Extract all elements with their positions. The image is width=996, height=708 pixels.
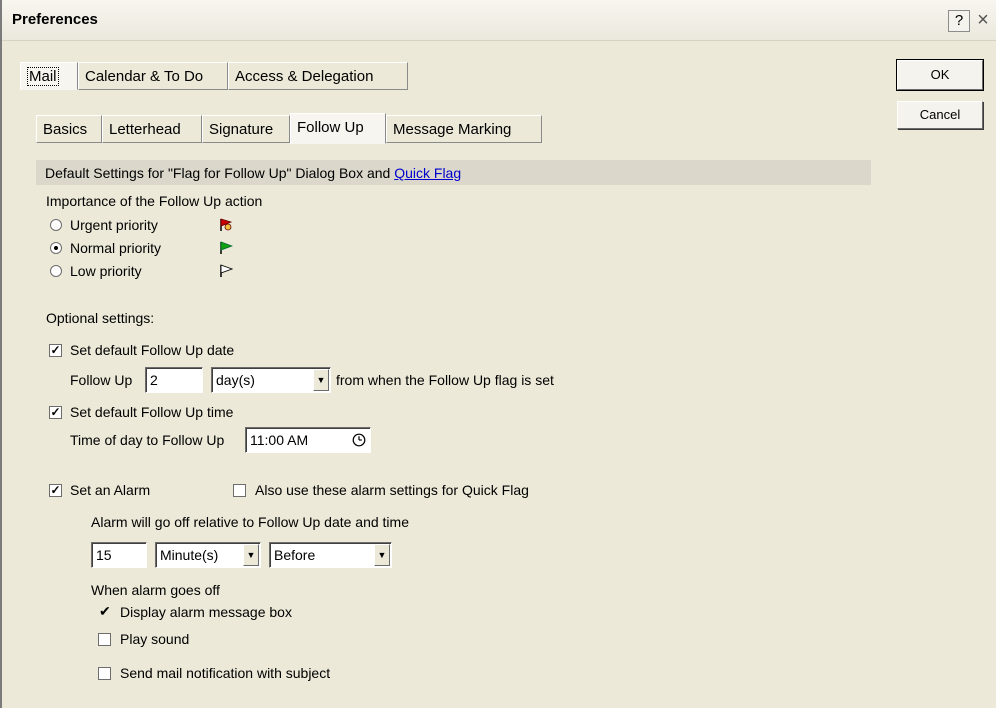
send-mail-checkbox[interactable] xyxy=(98,667,111,680)
tab-basics[interactable]: Basics xyxy=(36,115,102,143)
optional-settings-label: Optional settings: xyxy=(46,310,155,326)
quick-flag-alarm-checkbox[interactable] xyxy=(233,484,246,497)
ok-button[interactable]: OK xyxy=(896,59,984,91)
preferences-window: Preferences ? × Mail Calendar & To Do Ac… xyxy=(0,0,996,708)
section-header-text: Default Settings for "Flag for Follow Up… xyxy=(45,165,461,181)
urgent-priority-radio[interactable] xyxy=(50,219,62,231)
alarm-when-value: Before xyxy=(274,547,316,563)
alarm-unit-value: Minute(s) xyxy=(160,547,219,563)
tab-message-marking[interactable]: Message Marking xyxy=(386,115,542,143)
alarm-amount-input[interactable]: 15 xyxy=(91,542,147,568)
tab-follow-up[interactable]: Follow Up xyxy=(290,113,386,144)
display-alarm-label: Display alarm message box xyxy=(120,604,292,620)
follow-up-unit-select[interactable]: day(s) ▼ xyxy=(211,367,331,393)
chevron-down-icon[interactable]: ▼ xyxy=(374,544,390,566)
quick-flag-link[interactable]: Quick Flag xyxy=(394,165,461,181)
section-text: Default Settings for "Flag for Follow Up… xyxy=(45,165,395,181)
alarm-unit-select[interactable]: Minute(s) ▼ xyxy=(155,542,261,568)
follow-up-suffix: from when the Follow Up flag is set xyxy=(336,372,554,388)
urgent-flag-icon xyxy=(220,218,233,231)
tab-access-delegation[interactable]: Access & Delegation xyxy=(228,62,408,90)
tab-signature[interactable]: Signature xyxy=(202,115,290,143)
set-default-date-label: Set default Follow Up date xyxy=(70,342,235,358)
title-bar: Preferences ? × xyxy=(2,0,996,41)
set-default-time-checkbox[interactable]: ✓ xyxy=(49,406,62,419)
window-border xyxy=(0,0,2,708)
send-mail-label: Send mail notification with subject xyxy=(120,665,331,681)
close-button[interactable]: × xyxy=(972,10,994,32)
quick-flag-alarm-label: Also use these alarm settings for Quick … xyxy=(255,482,529,498)
follow-up-days-input[interactable]: 2 xyxy=(145,367,203,393)
set-default-date-checkbox[interactable]: ✓ xyxy=(49,344,62,357)
play-sound-checkbox[interactable] xyxy=(98,633,111,646)
tab-calendar-todo[interactable]: Calendar & To Do xyxy=(78,62,228,90)
set-alarm-label: Set an Alarm xyxy=(70,482,151,498)
cancel-button[interactable]: Cancel xyxy=(897,101,983,129)
alarm-relative-label: Alarm will go off relative to Follow Up … xyxy=(91,514,409,530)
set-alarm-checkbox[interactable]: ✓ xyxy=(49,484,62,497)
follow-up-unit-value: day(s) xyxy=(216,372,255,388)
chevron-down-icon[interactable]: ▼ xyxy=(313,369,329,391)
tab-label: Mail xyxy=(27,67,59,86)
alarm-goes-off-label: When alarm goes off xyxy=(91,582,220,598)
urgent-priority-label: Urgent priority xyxy=(70,217,158,233)
importance-label: Importance of the Follow Up action xyxy=(46,193,263,209)
section-header: Default Settings for "Flag for Follow Up… xyxy=(36,160,871,185)
window-title: Preferences xyxy=(12,11,98,28)
normal-priority-radio[interactable] xyxy=(50,242,62,254)
play-sound-label: Play sound xyxy=(120,631,190,647)
follow-up-prefix: Follow Up xyxy=(70,372,133,388)
normal-flag-icon xyxy=(220,241,233,254)
set-default-time-label: Set default Follow Up time xyxy=(70,404,234,420)
follow-up-time-input[interactable]: 11:00 AM xyxy=(245,427,371,453)
tab-mail[interactable]: Mail xyxy=(20,62,78,90)
alarm-when-select[interactable]: Before ▼ xyxy=(269,542,392,568)
follow-up-time-value: 11:00 AM xyxy=(250,432,309,448)
help-button[interactable]: ? xyxy=(948,10,970,32)
low-priority-label: Low priority xyxy=(70,263,142,279)
tab-letterhead[interactable]: Letterhead xyxy=(102,115,202,143)
low-priority-radio[interactable] xyxy=(50,265,62,277)
clock-icon[interactable] xyxy=(352,433,366,447)
normal-priority-label: Normal priority xyxy=(70,240,162,256)
time-of-day-label: Time of day to Follow Up xyxy=(70,432,225,448)
chevron-down-icon[interactable]: ▼ xyxy=(243,544,259,566)
low-flag-icon xyxy=(220,264,233,277)
check-icon[interactable]: ✔ xyxy=(99,603,111,620)
